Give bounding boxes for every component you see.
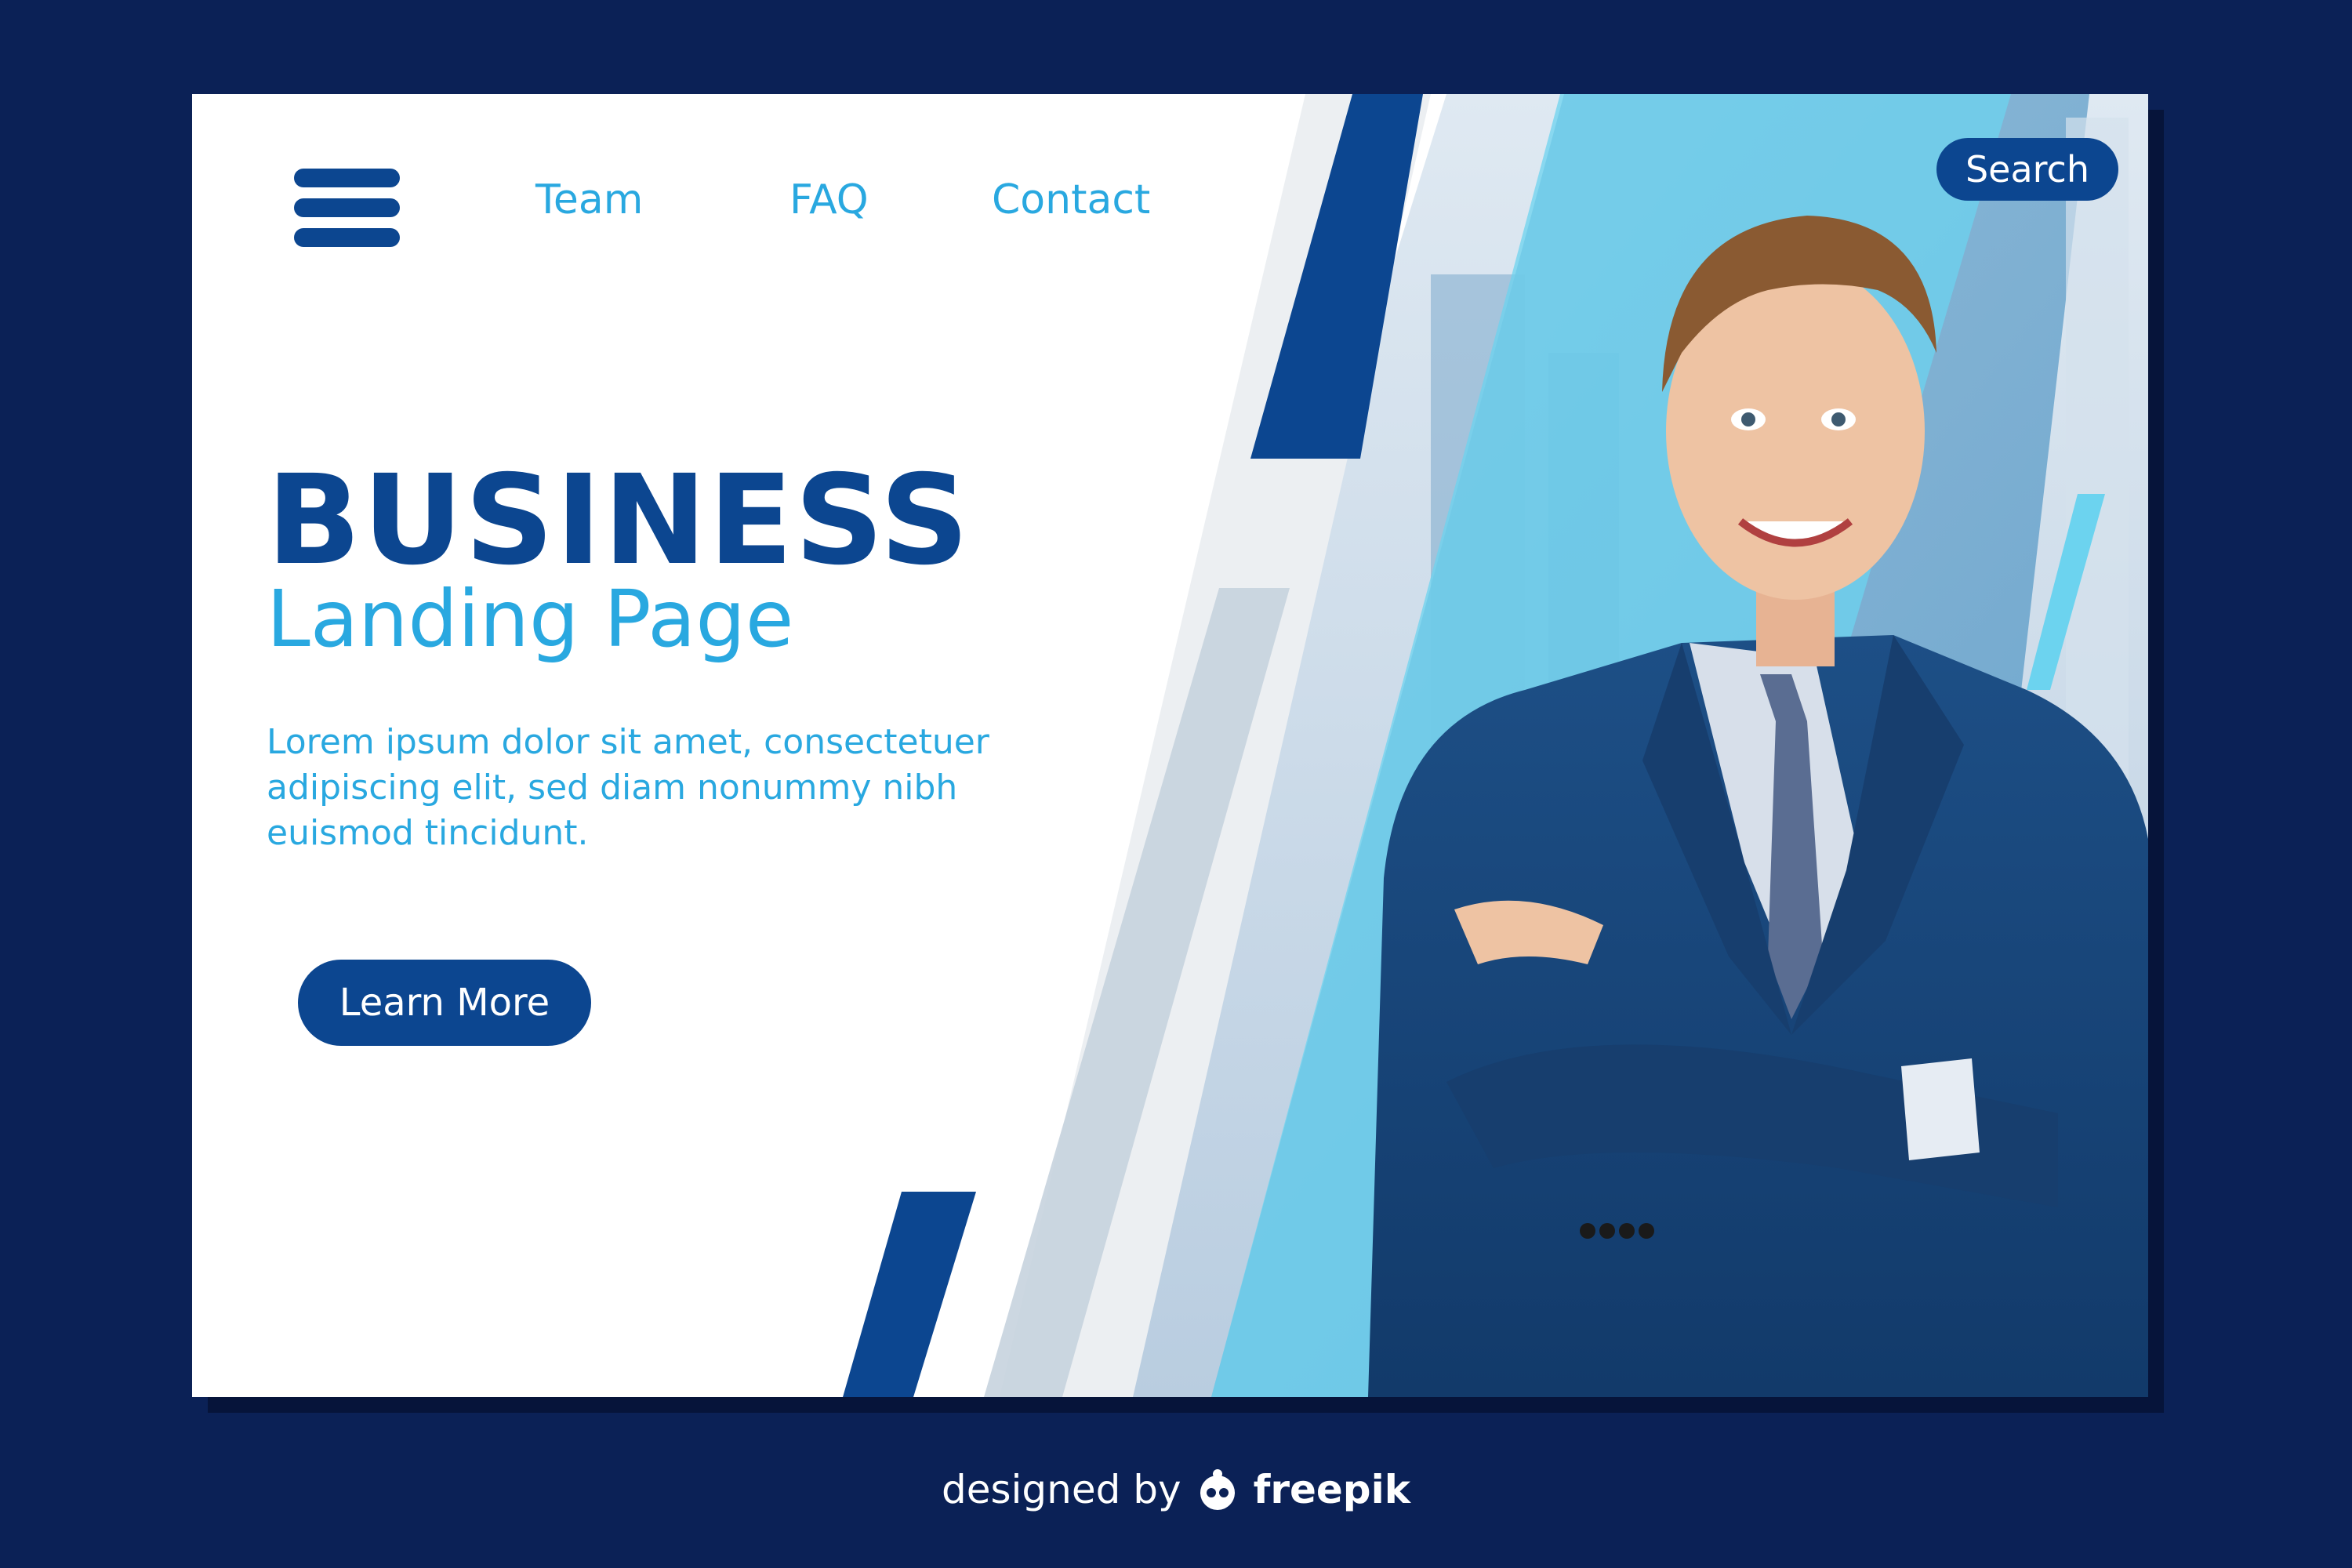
- landing-card: Team FAQ Contact Search BUSINESS Landing…: [192, 94, 2148, 1397]
- nav-link-team[interactable]: Team: [535, 176, 643, 224]
- learn-more-button[interactable]: Learn More: [298, 960, 591, 1046]
- search-button[interactable]: Search: [1936, 138, 2118, 201]
- freepik-logo-icon: [1200, 1469, 1235, 1510]
- menu-icon[interactable]: [294, 169, 400, 247]
- accent-stripe-navy-bottom: [843, 1192, 976, 1397]
- hero-description: Lorem ipsum dolor sit amet, consectetuer…: [267, 722, 989, 853]
- nav-link-contact[interactable]: Contact: [992, 176, 1150, 224]
- credit-brand: freepik: [1253, 1467, 1410, 1512]
- designer-credit: designed by freepik: [0, 1466, 2352, 1513]
- credit-prefix: designed by: [941, 1467, 1181, 1512]
- nav-link-faq[interactable]: FAQ: [789, 176, 869, 224]
- hero-subtitle: Landing Page: [267, 573, 794, 665]
